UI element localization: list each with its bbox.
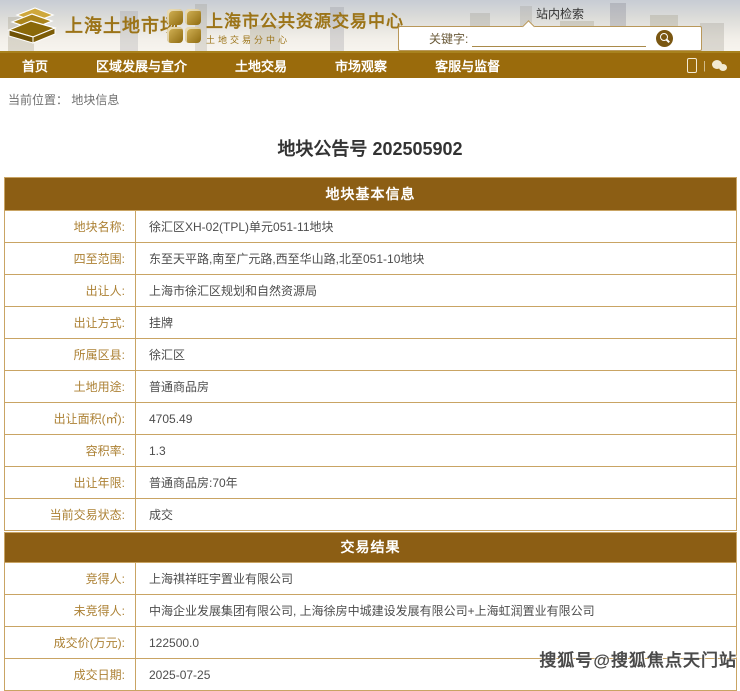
table-row: 出让面积(㎡):4705.49 — [5, 402, 736, 434]
search-box: 关键字: — [398, 26, 702, 51]
table-row: 地块名称:徐汇区XH-02(TPL)单元051-11地块 — [5, 210, 736, 242]
row-label: 未竞得人: — [5, 595, 136, 626]
result-section-header: 交易结果 — [5, 533, 736, 562]
row-label: 成交日期: — [5, 659, 136, 690]
nav-item-1[interactable]: 首页 — [22, 56, 48, 75]
row-value: 上海祺祥旺宇置业有限公司 — [136, 563, 736, 594]
table-row: 土地用途:普通商品房 — [5, 370, 736, 402]
row-value: 挂牌 — [136, 307, 736, 338]
row-value: 成交 — [136, 499, 736, 530]
basic-info-section-header: 地块基本信息 — [5, 178, 736, 210]
site-logo[interactable]: 上海土地市场 — [5, 6, 179, 44]
row-label: 当前交易状态: — [5, 499, 136, 530]
row-label: 出让人: — [5, 275, 136, 306]
page-title: 地块公告号 202505902 — [0, 135, 740, 161]
sohu-watermark: 搜狐号@搜狐焦点天门站 — [539, 646, 737, 671]
land-market-logo-icon — [5, 6, 59, 44]
row-label: 四至范围: — [5, 243, 136, 274]
row-label: 所属区县: — [5, 339, 136, 370]
main-navigation: 首页 区域发展与宣介 土地交易 市场观察 客服与监督 | — [0, 53, 740, 78]
table-row: 出让方式:挂牌 — [5, 306, 736, 338]
nav-item-4[interactable]: 市场观察 — [335, 56, 387, 75]
trading-center-logo-icon — [167, 9, 201, 43]
row-value: 普通商品房 — [136, 371, 736, 402]
row-value: 徐汇区 — [136, 339, 736, 370]
row-label: 土地用途: — [5, 371, 136, 402]
row-value: 上海市徐汇区规划和自然资源局 — [136, 275, 736, 306]
site-name: 上海土地市场 — [65, 12, 179, 38]
row-value: 4705.49 — [136, 403, 736, 434]
basic-info-table: 地块基本信息 地块名称:徐汇区XH-02(TPL)单元051-11地块四至范围:… — [4, 177, 737, 531]
table-row: 出让年限:普通商品房:70年 — [5, 466, 736, 498]
trading-center-subtitle: 土地交易分中心 — [206, 33, 404, 46]
row-value: 徐汇区XH-02(TPL)单元051-11地块 — [136, 211, 736, 242]
table-row: 容积率:1.3 — [5, 434, 736, 466]
table-row: 四至范围:东至天平路,南至广元路,西至华山路,北至051-10地块 — [5, 242, 736, 274]
search-button[interactable] — [656, 30, 673, 47]
row-label: 容积率: — [5, 435, 136, 466]
wechat-icon[interactable] — [712, 59, 728, 73]
keyword-input[interactable] — [472, 30, 646, 47]
breadcrumb-label: 当前位置： — [8, 93, 68, 107]
row-label: 出让面积(㎡): — [5, 403, 136, 434]
breadcrumb: 当前位置： 地块信息 — [8, 91, 740, 108]
row-label: 成交价(万元): — [5, 627, 136, 658]
table-row: 所属区县:徐汇区 — [5, 338, 736, 370]
table-row: 出让人:上海市徐汇区规划和自然资源局 — [5, 274, 736, 306]
nav-item-3[interactable]: 土地交易 — [235, 56, 287, 75]
row-value: 1.3 — [136, 435, 736, 466]
trading-center-logo[interactable]: 上海市公共资源交易中心 土地交易分中心 — [167, 7, 404, 46]
table-row: 当前交易状态:成交 — [5, 498, 736, 530]
keyword-label: 关键字: — [429, 30, 468, 47]
mobile-icon[interactable] — [687, 58, 697, 73]
row-label: 出让方式: — [5, 307, 136, 338]
row-value: 东至天平路,南至广元路,西至华山路,北至051-10地块 — [136, 243, 736, 274]
row-value: 普通商品房:70年 — [136, 467, 736, 498]
nav-item-5[interactable]: 客服与监督 — [435, 56, 500, 75]
trading-center-name: 上海市公共资源交易中心 — [206, 7, 404, 32]
row-label: 地块名称: — [5, 211, 136, 242]
table-row: 未竞得人:中海企业发展集团有限公司, 上海徐房中城建设发展有限公司+上海虹润置业… — [5, 594, 736, 626]
row-value: 中海企业发展集团有限公司, 上海徐房中城建设发展有限公司+上海虹润置业有限公司 — [136, 595, 736, 626]
icon-divider: | — [703, 60, 706, 72]
site-search-tab[interactable]: 站内检索 — [536, 5, 584, 22]
table-row: 竞得人:上海祺祥旺宇置业有限公司 — [5, 562, 736, 594]
breadcrumb-current[interactable]: 地块信息 — [71, 93, 119, 107]
nav-item-2[interactable]: 区域发展与宣介 — [96, 56, 187, 75]
top-banner: 上海土地市场 上海市公共资源交易中心 土地交易分中心 站内检索 关键字: — [0, 0, 740, 53]
row-label: 竞得人: — [5, 563, 136, 594]
row-label: 出让年限: — [5, 467, 136, 498]
